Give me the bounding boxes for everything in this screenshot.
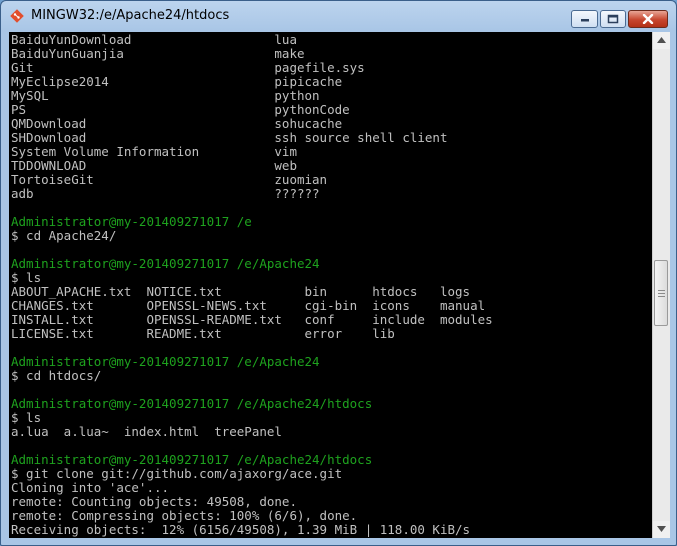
command-line: $ cd Apache24/: [11, 228, 117, 243]
prompt-line: Administrator@my-201409271017 /e/Apache2…: [11, 256, 320, 271]
output-line: Git pagefile.sys: [11, 60, 365, 75]
thumb-grip-line: [658, 290, 665, 291]
output-line: System Volume Information vim: [11, 144, 297, 159]
output-line: Cloning into 'ace'...: [11, 480, 170, 495]
command-line: $ ls: [11, 270, 42, 285]
scroll-thumb[interactable]: [654, 260, 668, 326]
title-bar[interactable]: MINGW32:/e/Apache24/htdocs: [1, 1, 676, 32]
output-line: ABOUT_APACHE.txt NOTICE.txt bin htdocs l…: [11, 284, 471, 299]
scroll-up-button[interactable]: [653, 32, 670, 49]
command-line: $ git clone git://github.com/ajaxorg/ace…: [11, 466, 343, 481]
terminal-window: MINGW32:/e/Apache24/htdocs BaiduYunDownl…: [0, 0, 677, 546]
output-line: LICENSE.txt README.txt error lib: [11, 326, 395, 341]
output-line: adb ??????: [11, 186, 320, 201]
output-line: BaiduYunGuanjia make: [11, 46, 305, 61]
minimize-button[interactable]: [571, 10, 598, 28]
close-button[interactable]: [628, 10, 668, 28]
thumb-grip-line: [658, 293, 665, 294]
prompt-line: Administrator@my-201409271017 /e: [11, 214, 252, 229]
output-line: PS pythonCode: [11, 102, 350, 117]
output-line: remote: Counting objects: 49508, done.: [11, 494, 297, 509]
output-line: SHDownload ssh source shell client: [11, 130, 448, 145]
prompt-line: Administrator@my-201409271017 /e/Apache2…: [11, 354, 320, 369]
output-line: QMDownload sohucache: [11, 116, 343, 131]
arrow-down-icon: [657, 526, 666, 532]
vertical-scrollbar[interactable]: [652, 32, 670, 538]
prompt-line: Administrator@my-201409271017 /e/Apache2…: [11, 396, 373, 411]
output-line: BaiduYunDownload lua: [11, 32, 297, 47]
scroll-down-button[interactable]: [653, 521, 670, 538]
arrow-up-icon: [657, 37, 666, 43]
prompt-line: Administrator@my-201409271017 /e/Apache2…: [11, 452, 373, 467]
command-line: $ cd htdocs/: [11, 368, 102, 383]
output-line: MyEclipse2014 pipicache: [11, 74, 343, 89]
output-line: CHANGES.txt OPENSSL-NEWS.txt cgi-bin ico…: [11, 298, 486, 313]
minimize-icon: [580, 19, 589, 22]
output-line: MySQL python: [11, 88, 320, 103]
output-line: a.lua a.lua~ index.html treePanel: [11, 424, 282, 439]
output-line: Receiving objects: 12% (6156/49508), 1.3…: [11, 522, 471, 537]
maximize-button[interactable]: [600, 10, 626, 28]
window-title: MINGW32:/e/Apache24/htdocs: [31, 8, 230, 23]
git-diamond-icon: [10, 9, 24, 23]
close-icon: [642, 14, 654, 24]
maximize-icon: [607, 14, 619, 24]
terminal-output[interactable]: BaiduYunDownload lua BaiduYunGuanjia make…: [9, 32, 652, 538]
output-line: TortoiseGit zuomian: [11, 172, 328, 187]
output-line: INSTALL.txt OPENSSL-README.txt conf incl…: [11, 312, 493, 327]
output-line: TDDOWNLOAD web: [11, 158, 297, 173]
output-line: remote: Compressing objects: 100% (6/6),…: [11, 508, 358, 523]
thumb-grip-line: [658, 296, 665, 297]
command-line: $ ls: [11, 410, 42, 425]
